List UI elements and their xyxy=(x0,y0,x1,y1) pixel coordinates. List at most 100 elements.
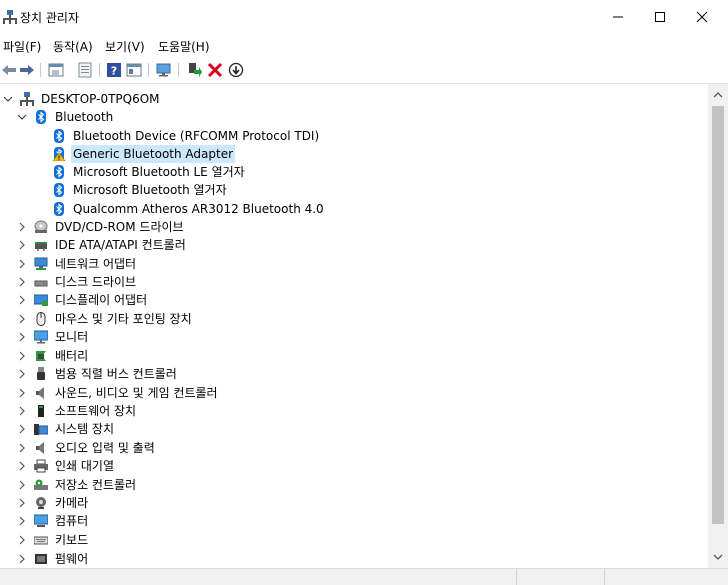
menu-bar: 파일(F) 동작(A) 보기(V) 도움말(H) xyxy=(0,34,728,56)
update-driver-icon[interactable] xyxy=(228,62,244,78)
menu-action[interactable]: 동작(A) xyxy=(53,38,93,55)
category-item[interactable]: 인쇄 대기열 xyxy=(16,457,116,475)
chevron-down-icon[interactable] xyxy=(16,111,28,123)
category-item[interactable]: 모니터 xyxy=(16,328,90,346)
keyboard-icon xyxy=(34,536,48,545)
category-item[interactable]: 오디오 입력 및 출력 xyxy=(16,439,157,457)
category-item[interactable]: 범용 직렬 버스 컨트롤러 xyxy=(16,365,179,383)
scroll-down-button[interactable] xyxy=(708,548,728,566)
category-item[interactable]: 시스템 장치 xyxy=(16,420,116,438)
chevron-right-icon[interactable] xyxy=(16,515,28,527)
chevron-right-icon[interactable] xyxy=(16,294,28,306)
camera-icon xyxy=(36,497,46,509)
category-bluetooth[interactable]: Bluetooth xyxy=(16,108,115,126)
chevron-down-icon[interactable] xyxy=(2,93,14,105)
menu-help[interactable]: 도움말(H) xyxy=(158,38,210,55)
forward-icon[interactable] xyxy=(19,62,35,78)
category-label: 카메라 xyxy=(55,496,89,510)
device-item[interactable]: Qualcomm Atheros AR3012 Bluetooth 4.0 xyxy=(34,200,326,218)
chevron-right-icon[interactable] xyxy=(16,460,28,472)
category-item[interactable]: 카메라 xyxy=(16,494,90,512)
category-item[interactable]: 저장소 컨트롤러 xyxy=(16,476,138,494)
category-item[interactable]: 소프트웨어 장치 xyxy=(16,402,138,420)
chevron-right-icon[interactable] xyxy=(16,479,28,491)
chevron-right-icon[interactable] xyxy=(16,405,28,417)
menu-file[interactable]: 파일(F) xyxy=(3,38,41,55)
chevron-right-icon[interactable] xyxy=(16,553,28,565)
chevron-right-icon[interactable] xyxy=(16,442,28,454)
chevron-right-icon[interactable] xyxy=(16,387,28,399)
toolbar-separator xyxy=(99,63,100,77)
category-item[interactable]: 펌웨어 xyxy=(16,550,90,568)
uninstall-icon[interactable] xyxy=(207,62,223,78)
help-icon[interactable]: ? xyxy=(106,62,122,78)
category-label: Bluetooth xyxy=(55,110,114,124)
close-icon xyxy=(696,11,708,23)
category-item[interactable]: 디스플레이 어댑터 xyxy=(16,291,149,309)
device-item[interactable]: Microsoft Bluetooth 열거자 xyxy=(34,181,229,199)
chevron-right-icon[interactable] xyxy=(16,258,28,270)
category-label: 디스크 드라이브 xyxy=(55,275,137,289)
category-item[interactable]: 마우스 및 기타 포인팅 장치 xyxy=(16,310,194,328)
category-item[interactable]: 네트워크 어댑터 xyxy=(16,255,138,273)
category-item[interactable]: 키보드 xyxy=(16,531,90,549)
vertical-scrollbar[interactable] xyxy=(708,84,728,568)
enable-device-icon[interactable] xyxy=(186,62,202,78)
scan-monitor-icon[interactable] xyxy=(156,62,172,78)
chevron-right-icon[interactable] xyxy=(16,331,28,343)
chevron-right-icon[interactable] xyxy=(16,350,28,362)
maximize-button[interactable] xyxy=(638,0,682,34)
category-label: 마우스 및 기타 포인팅 장치 xyxy=(55,312,192,326)
firmware-icon xyxy=(35,554,47,564)
properties-icon[interactable] xyxy=(48,62,64,78)
chevron-right-icon[interactable] xyxy=(16,276,28,288)
scrollbar-thumb[interactable] xyxy=(712,106,724,524)
chevron-right-icon[interactable] xyxy=(16,239,28,251)
chevron-right-icon[interactable] xyxy=(16,497,28,509)
device-item-selected[interactable]: Generic Bluetooth Adapter xyxy=(34,145,236,163)
category-item[interactable]: 사운드, 비디오 및 게임 컨트롤러 xyxy=(16,384,220,402)
minimize-button[interactable] xyxy=(596,0,640,34)
category-label: IDE ATA/ATAPI 컨트롤러 xyxy=(55,238,186,252)
device-label: Microsoft Bluetooth LE 열거자 xyxy=(73,165,245,179)
chevron-right-icon[interactable] xyxy=(16,368,28,380)
device-tree[interactable]: DESKTOP-0TPQ6OM Bluetooth Bluetooth Devi… xyxy=(0,84,708,568)
chevron-right-icon[interactable] xyxy=(16,423,28,435)
scroll-up-button[interactable] xyxy=(708,86,728,104)
toolbar-separator xyxy=(40,63,41,77)
menu-view[interactable]: 보기(V) xyxy=(105,38,145,55)
device-label: Microsoft Bluetooth 열거자 xyxy=(73,183,227,197)
view-icon[interactable] xyxy=(126,62,142,78)
tree-root[interactable]: DESKTOP-0TPQ6OM xyxy=(2,90,162,108)
category-label: 소프트웨어 장치 xyxy=(55,404,137,418)
category-item[interactable]: 배터리 xyxy=(16,347,90,365)
list-icon[interactable] xyxy=(77,62,93,78)
category-label: 키보드 xyxy=(55,533,89,547)
svg-text:?: ? xyxy=(111,65,117,78)
category-item[interactable]: 디스크 드라이브 xyxy=(16,273,138,291)
device-item[interactable]: Bluetooth Device (RFCOMM Protocol TDI) xyxy=(34,127,321,145)
chevron-right-icon[interactable] xyxy=(16,221,28,233)
category-label: 배터리 xyxy=(55,349,89,363)
close-button[interactable] xyxy=(680,0,724,34)
category-item[interactable]: DVD/CD-ROM 드라이브 xyxy=(16,218,186,236)
device-item[interactable]: Microsoft Bluetooth LE 열거자 xyxy=(34,163,247,181)
chevron-up-icon xyxy=(713,92,723,98)
category-label: 펌웨어 xyxy=(55,552,89,566)
sound-icon xyxy=(36,387,44,399)
chevron-right-icon[interactable] xyxy=(16,313,28,325)
software-device-icon xyxy=(38,405,44,417)
back-icon[interactable] xyxy=(1,62,17,78)
category-item[interactable]: 컴퓨터 xyxy=(16,512,90,530)
category-item[interactable]: IDE ATA/ATAPI 컨트롤러 xyxy=(16,236,188,254)
system-device-icon xyxy=(34,424,48,435)
title-bar: 장치 관리자 xyxy=(0,0,728,34)
category-label: 사운드, 비디오 및 게임 컨트롤러 xyxy=(55,386,218,400)
bluetooth-icon xyxy=(52,183,66,197)
chevron-right-icon[interactable] xyxy=(16,534,28,546)
bluetooth-icon xyxy=(52,165,66,179)
bluetooth-icon xyxy=(34,110,48,124)
tree-root-label: DESKTOP-0TPQ6OM xyxy=(41,92,160,106)
toolbar-separator xyxy=(178,63,179,77)
device-label: Bluetooth Device (RFCOMM Protocol TDI) xyxy=(73,129,320,143)
